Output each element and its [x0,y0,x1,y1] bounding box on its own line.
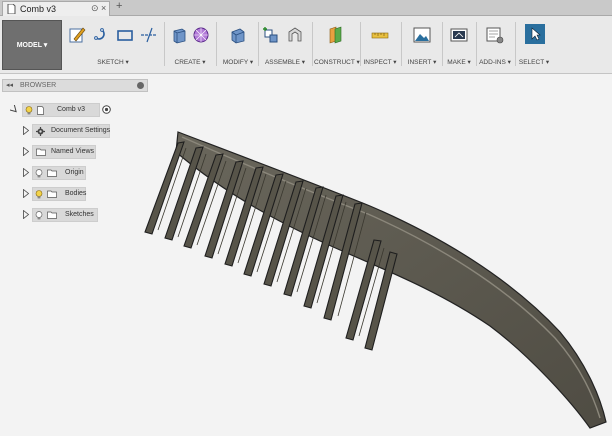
collapse-left-icon[interactable]: ◂◂ [6,81,13,89]
activate-radio-icon[interactable] [102,105,111,114]
expand-triangle-icon[interactable] [22,126,30,135]
select-group[interactable]: SELECT ▾ [518,20,550,68]
sketch-group[interactable]: SKETCH ▾ [66,20,160,68]
tab-close-icon[interactable]: × [101,3,106,13]
modify-group[interactable]: MODIFY ▾ [220,20,256,68]
inspect-group[interactable]: INSPECT ▾ [362,20,398,68]
form-mesh-icon[interactable] [192,26,210,44]
sketch-edit-icon[interactable] [68,26,86,44]
document-tab[interactable]: Comb v3 ⊙ × [2,1,110,16]
tree-node-label: Document Settings [51,127,111,134]
add-ins-group[interactable]: ADD-INS ▾ [478,20,512,68]
pin-icon[interactable] [137,82,144,89]
tree-node[interactable]: Document Settings [32,124,110,138]
make-group[interactable]: MAKE ▾ [444,20,474,68]
assemble-group[interactable]: ASSEMBLE ▾ [260,20,310,68]
toolbar-divider [401,22,402,66]
tree-node[interactable]: Named Views [32,145,96,159]
select-menu-label: SELECT ▾ [518,59,550,66]
3d-print-icon[interactable] [450,26,468,44]
tree-item-named-views[interactable]: Named Views [22,145,112,159]
tree-node[interactable]: Sketches [32,208,98,222]
tree-node-label: Bodies [65,190,87,197]
offset-plane-icon[interactable] [326,26,344,44]
tree-node[interactable]: Origin [32,166,86,180]
sketch-menu-label: SKETCH ▾ [97,59,129,66]
tree-node-label: Sketches [65,211,94,218]
toolbar-divider [442,22,443,66]
toolbar-divider [164,22,165,66]
create-group[interactable]: CREATE ▾ [168,20,212,68]
expand-triangle-icon[interactable] [22,210,30,219]
press-pull-icon[interactable] [229,26,247,44]
toolbar-divider [360,22,361,66]
measure-icon[interactable] [371,26,389,44]
visibility-bulb-off-icon[interactable] [35,211,43,220]
collapse-triangle-icon[interactable] [10,105,18,114]
line-icon[interactable] [140,26,158,44]
toolbar-divider [515,22,516,66]
expand-triangle-icon[interactable] [22,189,30,198]
toolbar-divider [476,22,477,66]
construct-group[interactable]: CONSTRUCT ▾ [314,20,360,68]
workspace-switcher-button[interactable]: MODEL ▾ [2,20,62,70]
folder-icon [36,148,46,156]
comb-model[interactable] [144,131,607,429]
arc-icon[interactable] [92,26,110,44]
tree-node-root[interactable]: Comb v3 [22,103,100,117]
document-icon [37,106,44,115]
browser-header[interactable]: ◂◂ BROWSER [2,79,148,92]
tab-bar: Comb v3 ⊙ × + [0,0,612,16]
visibility-bulb-icon[interactable] [35,190,43,199]
inspect-menu-label: INSPECT ▾ [363,59,397,66]
folder-icon [47,211,57,219]
insert-group[interactable]: INSERT ▾ [404,20,440,68]
insert-image-icon[interactable] [413,26,431,44]
scripts-icon[interactable] [486,26,504,44]
tree-node[interactable]: Bodies [32,187,86,201]
tab-share-icon[interactable]: ⊙ [91,3,99,14]
tree-node-label: Comb v3 [57,106,86,113]
tree-item-origin[interactable]: Origin [22,166,112,180]
tree-root-row[interactable]: Comb v3 [10,103,111,117]
toolbar-divider [258,22,259,66]
gear-icon [36,127,45,136]
expand-triangle-icon[interactable] [22,147,30,156]
modify-menu-label: MODIFY ▾ [222,59,254,66]
folder-icon [47,190,57,198]
toolbar: MODEL ▾ SKETCH ▾ CREATE ▾ MODIFY ▾ ASSEM… [0,16,612,74]
visibility-bulb-off-icon[interactable] [35,169,43,178]
tree-node-label: Origin [65,169,84,176]
create-menu-label: CREATE ▾ [174,59,206,66]
insert-menu-label: INSERT ▾ [407,59,437,66]
joint-icon[interactable] [286,26,304,44]
assemble-menu-label: ASSEMBLE ▾ [264,59,306,66]
browser-title: BROWSER [20,82,57,89]
new-component-icon[interactable] [262,26,280,44]
tree-node-label: Named Views [51,148,95,155]
select-cursor-icon[interactable] [525,24,545,44]
tree-item-sketches[interactable]: Sketches [22,208,112,222]
toolbar-divider [216,22,217,66]
folder-icon [47,169,57,177]
new-tab-icon[interactable]: + [116,0,122,12]
expand-triangle-icon[interactable] [22,168,30,177]
visibility-bulb-icon[interactable] [25,106,33,115]
tab-title: Comb v3 [20,4,57,14]
construct-menu-label: CONSTRUCT ▾ [314,59,360,66]
make-menu-label: MAKE ▾ [447,59,471,66]
extrude-icon[interactable] [170,26,188,44]
rectangle-icon[interactable] [116,26,134,44]
document-icon [7,4,16,14]
toolbar-divider [312,22,313,66]
tree-item-bodies[interactable]: Bodies [22,187,112,201]
add-ins-menu-label: ADD-INS ▾ [479,59,511,66]
tree-item-document-settings[interactable]: Document Settings [22,124,112,138]
